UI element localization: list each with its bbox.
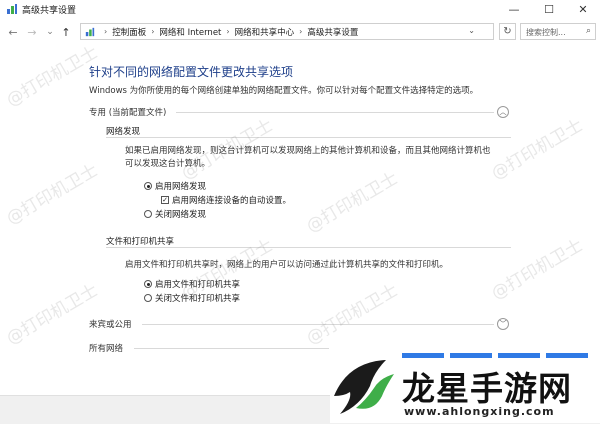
radio-unselected-icon[interactable]	[144, 294, 152, 302]
section-guest-header[interactable]: 来宾或公用	[89, 318, 132, 330]
site-logo: 龙星手游网 www.ahlongxing.com	[330, 348, 600, 423]
window-title: 高级共享设置	[22, 6, 77, 16]
network-discovery-text: 如果已启用网络发现，则这台计算机可以发现网络上的其他计算机和设备，而且其他网络计…	[125, 145, 491, 171]
radio-selected-icon[interactable]	[144, 182, 152, 190]
breadcrumb-separator: ›	[226, 27, 230, 36]
breadcrumb-control-panel[interactable]: 控制面板	[112, 26, 146, 38]
section-all-networks-header[interactable]: 所有网络	[89, 342, 123, 354]
navigation-bar: ← → ⌄ ↑ › 控制面板 › 网络和 Internet › 网络和共享中心 …	[0, 21, 600, 43]
file-printer-sharing-title: 文件和打印机共享	[106, 237, 175, 247]
minimize-button[interactable]: —	[497, 0, 531, 18]
watermark: @打印机卫士	[488, 115, 587, 184]
page-title: 针对不同的网络配置文件更改共享选项	[89, 65, 294, 79]
logo-mark-icon	[334, 360, 394, 414]
address-bar[interactable]: › 控制面板 › 网络和 Internet › 网络和共享中心 › 高级共享设置…	[80, 23, 494, 40]
address-dropdown-icon[interactable]: ⌄	[468, 26, 475, 35]
radio-file-sharing-off[interactable]: 关闭文件和打印机共享	[144, 292, 240, 304]
search-placeholder: 搜索控制...	[526, 28, 566, 37]
network-icon	[7, 4, 17, 14]
search-icon[interactable]: ⌕	[586, 26, 591, 36]
watermark: @打印机卫士	[3, 160, 102, 229]
option-label: 关闭网络发现	[155, 210, 207, 220]
recent-locations-icon[interactable]: ⌄	[42, 24, 58, 40]
watermark: @打印机卫士	[303, 168, 402, 237]
section-divider	[176, 112, 494, 113]
radio-unselected-icon[interactable]	[144, 210, 152, 218]
watermark: @打印机卫士	[3, 42, 102, 111]
option-label: 启用网络发现	[155, 182, 207, 192]
section-divider	[142, 324, 494, 325]
network-discovery-text-line: 可以发现这台计算机。	[125, 159, 211, 169]
file-printer-sharing-text: 启用文件和打印机共享时，网络上的用户可以访问通过此计算机共享的文件和打印机。	[125, 260, 449, 270]
radio-selected-icon[interactable]	[144, 280, 152, 288]
page-description: Windows 为你所使用的每个网络创建单独的网络配置文件。你可以针对每个配置文…	[89, 86, 479, 96]
watermark: @打印机卫士	[303, 280, 402, 349]
breadcrumb-advanced-sharing[interactable]: 高级共享设置	[307, 26, 358, 38]
breadcrumb-separator: ›	[299, 27, 303, 36]
search-input[interactable]: 搜索控制... ⌕	[520, 23, 596, 40]
breadcrumb-network-internet[interactable]: 网络和 Internet	[159, 26, 221, 38]
checkbox-auto-setup[interactable]: ✓ 启用网络连接设备的自动设置。	[161, 194, 291, 206]
logo-url: www.ahlongxing.com	[404, 405, 555, 418]
network-discovery-text-line: 如果已启用网络发现，则这台计算机可以发现网络上的其他计算机和设备，而且其他网络计…	[125, 146, 491, 156]
option-label: 启用文件和打印机共享	[155, 280, 241, 290]
refresh-button[interactable]: ↻	[499, 23, 516, 40]
logo-text: 龙星手游网	[402, 369, 572, 408]
radio-file-sharing-on[interactable]: 启用文件和打印机共享	[144, 278, 240, 290]
checkbox-checked-icon[interactable]: ✓	[161, 196, 169, 204]
radio-network-discovery-off[interactable]: 关闭网络发现	[144, 208, 206, 220]
forward-arrow-icon[interactable]: →	[24, 24, 40, 40]
watermark: @打印机卫士	[3, 280, 102, 349]
option-label: 启用网络连接设备的自动设置。	[172, 196, 292, 206]
subsection-divider	[106, 247, 511, 248]
up-arrow-icon[interactable]: ↑	[58, 24, 74, 40]
subsection-divider	[106, 137, 511, 138]
breadcrumb-network-sharing-center[interactable]: 网络和共享中心	[235, 26, 295, 38]
network-discovery-title: 网络发现	[106, 127, 141, 137]
breadcrumb-separator: ›	[151, 27, 155, 36]
maximize-button[interactable]: ☐	[532, 0, 566, 18]
radio-network-discovery-on[interactable]: 启用网络发现	[144, 180, 206, 192]
section-private-header[interactable]: 专用 (当前配置文件)	[89, 106, 166, 118]
expand-icon[interactable]: ﹀	[497, 318, 509, 330]
network-icon	[85, 27, 95, 36]
collapse-icon[interactable]: ︿	[497, 106, 509, 118]
breadcrumb-separator: ›	[104, 27, 108, 36]
option-label: 关闭文件和打印机共享	[155, 294, 241, 304]
close-button[interactable]: ✕	[566, 0, 600, 18]
title-bar: 高级共享设置 — ☐ ✕	[0, 0, 600, 18]
section-divider	[134, 348, 329, 349]
logo-stripe	[402, 353, 592, 358]
back-arrow-icon[interactable]: ←	[5, 24, 21, 40]
watermark: @打印机卫士	[488, 235, 587, 304]
